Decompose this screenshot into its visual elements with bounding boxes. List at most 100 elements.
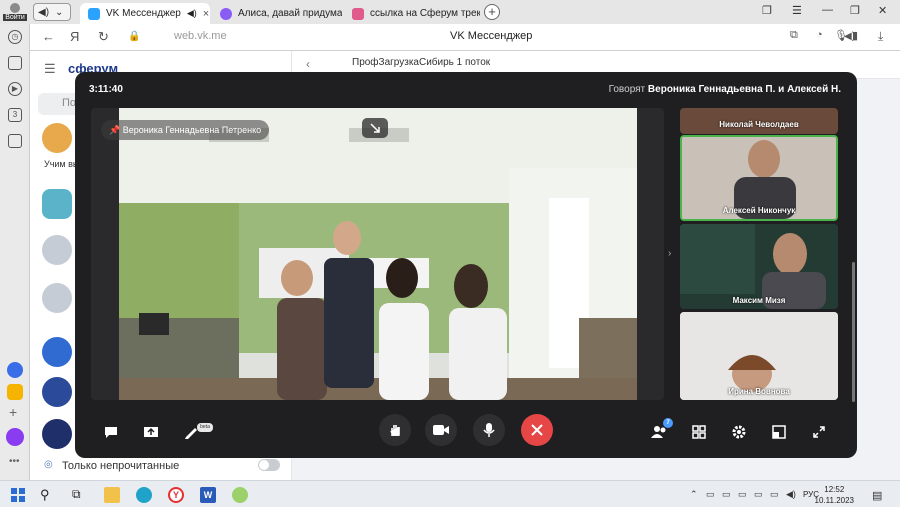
chat-icon	[105, 427, 117, 438]
time: 12:52	[824, 485, 845, 494]
download-icon[interactable]: ⤓	[878, 29, 883, 44]
yandex-icon[interactable]: Я	[70, 29, 79, 44]
tray-icon[interactable]: ▭	[722, 489, 731, 500]
tab-label: Алиса, давай придумаем	[238, 8, 342, 19]
tab-vk-messenger[interactable]: VK Мессенджер ◀) ×	[80, 3, 210, 24]
menu-icon[interactable]: ☰	[792, 4, 802, 17]
layout-button[interactable]	[769, 422, 789, 442]
word-icon[interactable]: W	[200, 487, 216, 503]
tray-icon[interactable]: ▭	[754, 489, 763, 500]
yandex-browser-icon[interactable]: Y	[168, 487, 184, 503]
minimize-icon[interactable]: —	[822, 4, 833, 16]
unread-only-toggle[interactable]	[258, 459, 280, 471]
main-video[interactable]: 📌 Вероника Геннадьевна Петренко	[91, 108, 664, 400]
avatar[interactable]	[42, 377, 72, 407]
history-icon[interactable]: ◷	[8, 30, 22, 44]
menu-icon[interactable]: ☰	[44, 61, 56, 77]
raise-hand-button[interactable]	[379, 414, 411, 446]
speaker-name-chip: 📌 Вероника Геннадьевна Петренко	[101, 120, 270, 140]
task-view-icon[interactable]: ⧉	[72, 487, 88, 503]
play-icon[interactable]: ▶	[8, 82, 22, 96]
extensions-icon[interactable]: ⧉	[790, 29, 798, 42]
screenshot-icon[interactable]	[8, 134, 22, 148]
speaker-name: Вероника Геннадьевна Петренко	[122, 125, 262, 135]
restore-icon[interactable]: ❐	[850, 4, 860, 17]
tab-audio-button[interactable]: ◀) ⌄	[33, 3, 71, 21]
bookmark-icon[interactable]: ▮	[852, 29, 858, 42]
more-icon[interactable]: •••	[9, 456, 20, 467]
notifications-icon[interactable]: ▤	[872, 489, 882, 502]
notes-icon[interactable]: 3	[8, 108, 22, 122]
add-app-icon[interactable]: +	[9, 404, 17, 420]
participant-tile[interactable]: Максим Мизя	[680, 224, 838, 309]
volume-icon[interactable]: ◀)	[786, 489, 796, 500]
layout-icon	[772, 425, 786, 439]
participant-tile[interactable]: Николай Чеволдаев	[680, 108, 838, 134]
user-icon	[10, 3, 20, 13]
gear-icon	[732, 425, 746, 439]
grid-view-button[interactable]	[689, 422, 709, 442]
paint-icon[interactable]	[232, 487, 248, 503]
fullscreen-button[interactable]	[809, 422, 829, 442]
app-icon[interactable]	[7, 384, 23, 400]
call-timer: 3:11:40	[89, 84, 123, 95]
reload-icon[interactable]: ↻	[98, 29, 109, 45]
tab-label: ссылка на Сферум трек 1	[370, 8, 480, 19]
microphone-button[interactable]	[473, 414, 505, 446]
classroom-video-frame	[119, 108, 637, 400]
edge-icon[interactable]	[136, 487, 152, 503]
new-tab-button[interactable]: +	[484, 4, 500, 20]
participants-scrollbar[interactable]	[852, 262, 855, 402]
avatar[interactable]	[42, 283, 72, 313]
url-field[interactable]: web.vk.me	[174, 30, 227, 42]
back-icon[interactable]: ‹	[306, 57, 310, 71]
participant-name: Алексей Никончук	[722, 206, 796, 215]
network-icon[interactable]: ▭	[770, 489, 779, 500]
tray-icon[interactable]: ▭	[706, 489, 715, 500]
file-explorer-icon[interactable]	[104, 487, 120, 503]
filter-icon: ◎	[44, 459, 53, 470]
avatar[interactable]	[42, 235, 72, 265]
collections-icon[interactable]	[8, 56, 22, 70]
search-icon[interactable]: ⚲	[40, 487, 56, 503]
settings-button[interactable]	[729, 422, 749, 442]
chevron-right-icon[interactable]: ›	[668, 248, 671, 259]
alisa-icon[interactable]	[6, 428, 24, 446]
chat-button[interactable]	[101, 422, 121, 442]
close-window-icon[interactable]: ✕	[878, 4, 887, 17]
participant-tile[interactable]: Алексей Никончук	[680, 135, 838, 221]
page-favicon-icon	[352, 7, 364, 20]
messenger-app-icon[interactable]	[7, 362, 23, 378]
chevron-down-icon: ⌄	[55, 6, 64, 18]
back-icon[interactable]: ←	[42, 29, 55, 44]
tray-icon[interactable]: ▭	[738, 489, 747, 500]
avatar[interactable]	[42, 189, 72, 219]
login-button[interactable]: Войти	[0, 0, 30, 24]
speaking-indicator: Говорят Вероника Геннадьевна П. и Алексе…	[609, 84, 841, 95]
tab-audio-icon: ◀)	[186, 8, 197, 18]
participants-count-badge: 7	[663, 418, 673, 428]
expand-button[interactable]	[362, 118, 388, 138]
end-call-button[interactable]	[521, 414, 553, 446]
avatar[interactable]	[42, 419, 72, 449]
tabs-icon[interactable]: ❐	[762, 4, 772, 17]
beta-badge: beta	[197, 423, 213, 432]
chevron-up-icon[interactable]: ⌃	[690, 489, 698, 500]
share-screen-button[interactable]	[141, 422, 161, 442]
vk-favicon-icon	[88, 7, 100, 20]
close-icon[interactable]: ×	[203, 8, 209, 20]
tab-alisa[interactable]: Алиса, давай придумаем	[212, 3, 342, 24]
unread-only-label: Только непрочитанные	[62, 460, 180, 472]
avatar[interactable]	[42, 123, 72, 153]
avatar[interactable]	[42, 337, 72, 367]
page-title: VK Мессенджер	[450, 30, 533, 42]
participants-button[interactable]: 7	[649, 418, 673, 442]
tab-sferum-link[interactable]: ссылка на Сферум трек 1	[344, 3, 480, 24]
reader-icon[interactable]: ◔	[816, 29, 823, 41]
windows-start-icon[interactable]	[10, 487, 26, 503]
camera-button[interactable]	[425, 414, 457, 446]
participant-tile[interactable]: Ирина Вовнова	[680, 312, 838, 400]
alisa-favicon-icon	[220, 7, 232, 20]
clock[interactable]: 12:52 10.11.2023	[815, 484, 854, 506]
login-label: Войти	[3, 14, 27, 21]
